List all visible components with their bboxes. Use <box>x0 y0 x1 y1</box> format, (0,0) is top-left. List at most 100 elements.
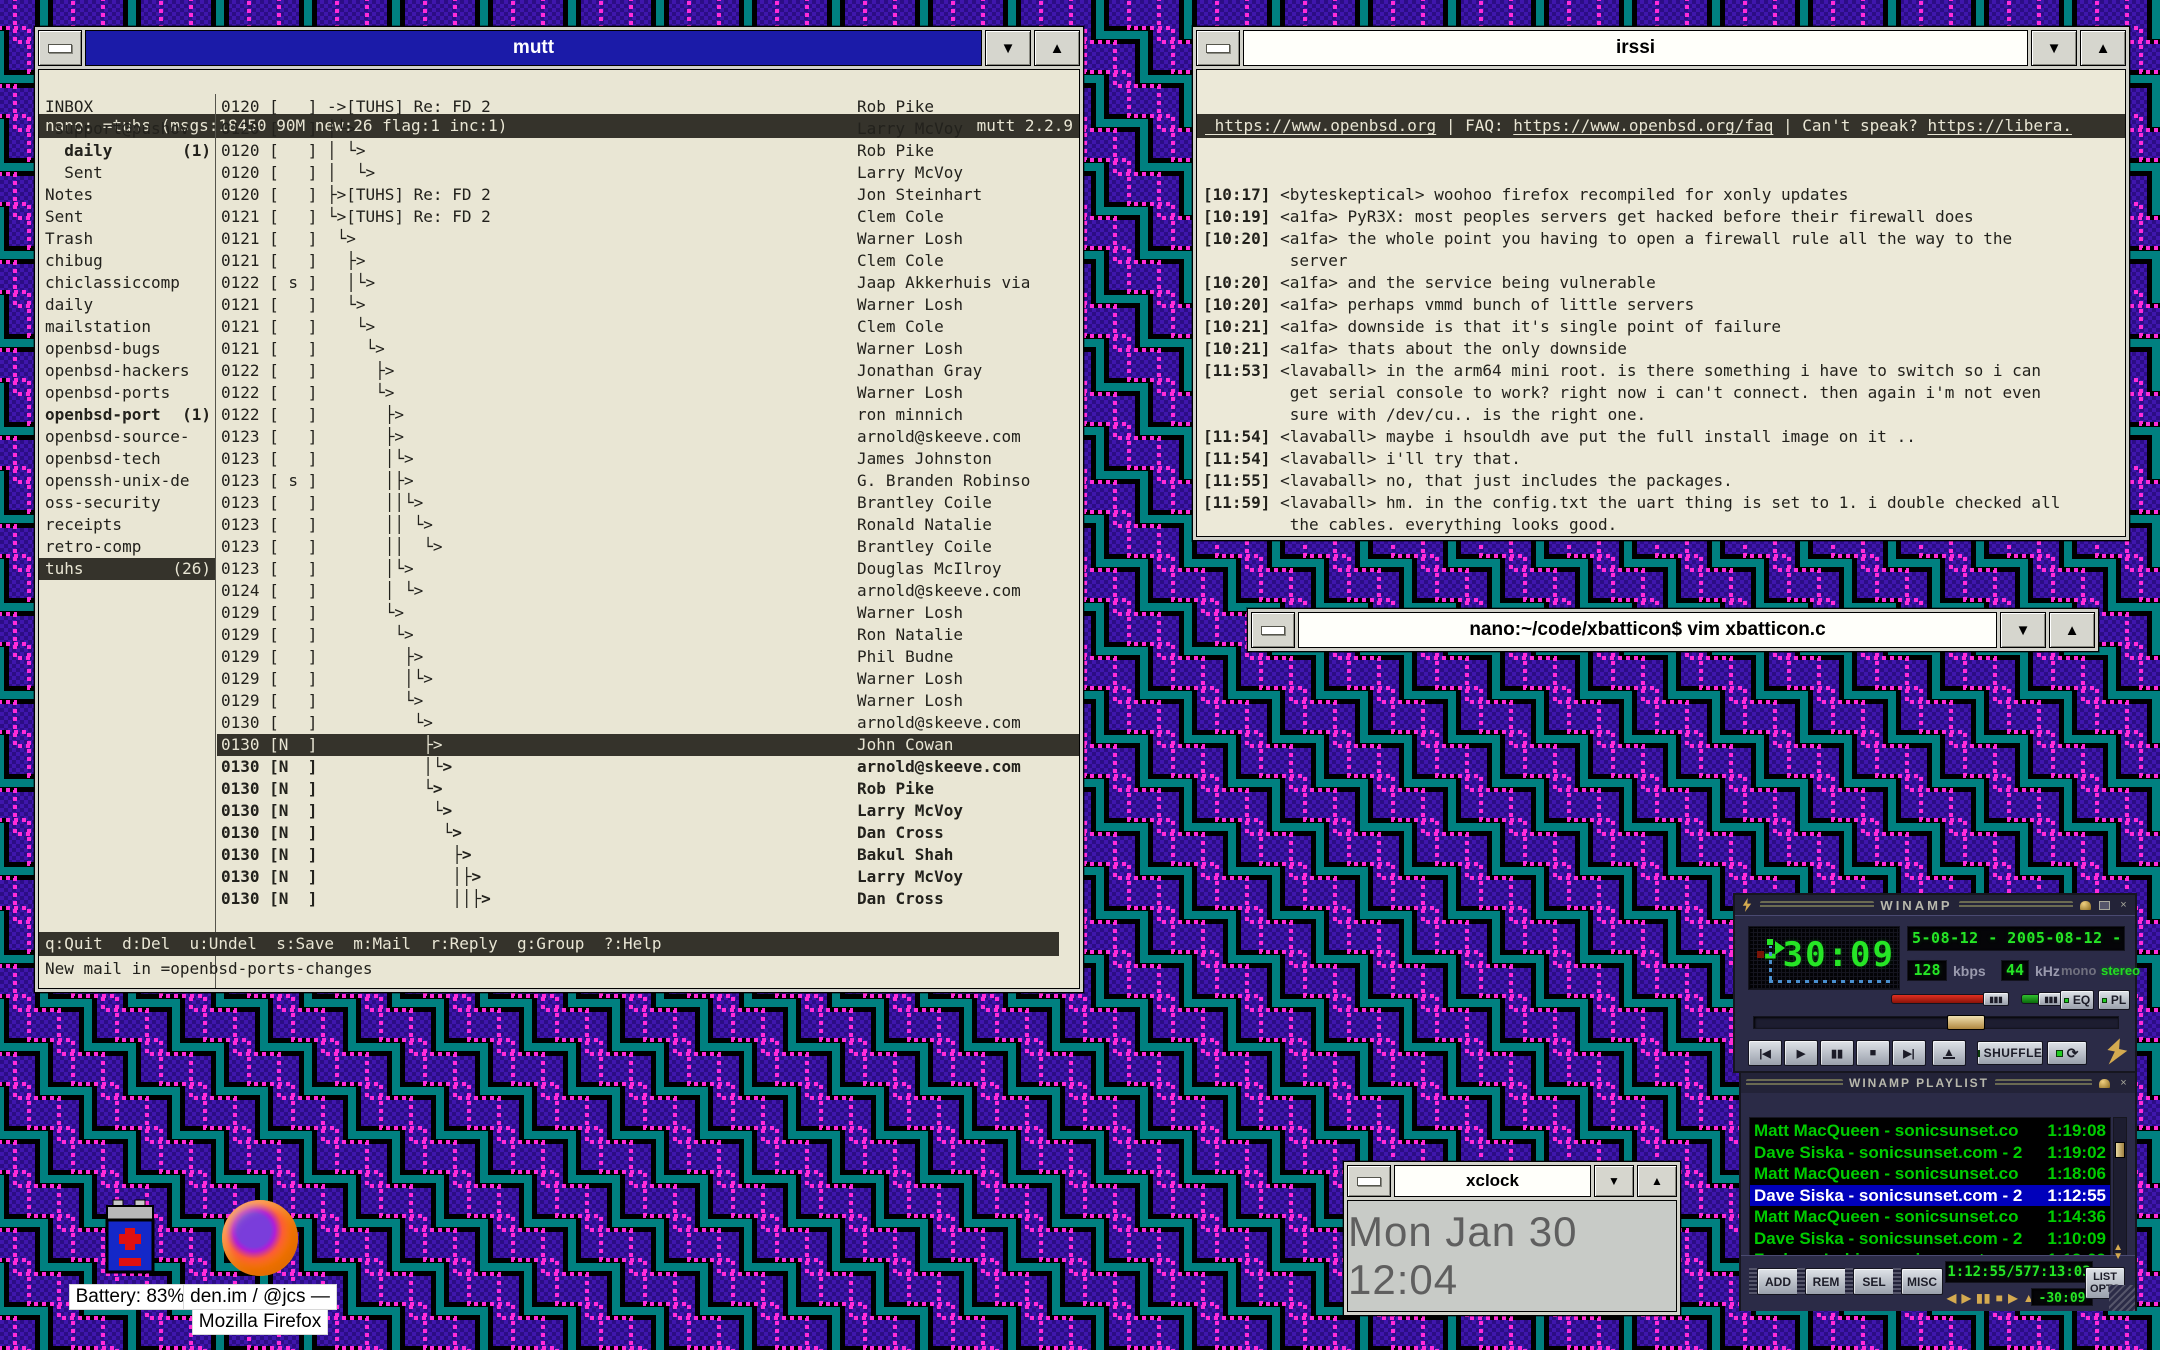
sidebar-folder-item[interactable]: openbsd-bugs <box>45 338 215 360</box>
sidebar-folder-item[interactable]: support@pushov <box>45 118 215 140</box>
sidebar-folder-item[interactable]: INBOX <box>45 96 215 118</box>
message-row[interactable]: 0130 [N ] ├>John Cowan <box>217 734 1079 756</box>
message-row[interactable]: 0130 [N ] ├>Bakul Shah <box>217 844 1079 866</box>
pause-button[interactable]: ▮▮ <box>1820 1040 1854 1066</box>
track-title-marquee[interactable]: 5-08-12 - 2005-08-12 - DAVE <1: <box>1907 926 2125 951</box>
shade-button[interactable]: ▼ <box>2000 612 2046 648</box>
window-menu-button[interactable] <box>1347 1165 1391 1197</box>
sidebar-folder-item[interactable]: openbsd-tech <box>45 448 215 470</box>
message-row[interactable]: 0129 [ ] └>Warner Losh <box>217 602 1079 624</box>
scrollbar-thumb[interactable] <box>2115 1142 2125 1158</box>
raise-button[interactable]: ▲ <box>1637 1165 1677 1197</box>
sidebar-folder-item[interactable]: Trash <box>45 228 215 250</box>
message-row[interactable]: 0130 [N ] └>Larry McVoy <box>217 800 1079 822</box>
sidebar-folder-item[interactable]: receipts <box>45 514 215 536</box>
message-row[interactable]: 0122 [ ] ├>ron minnich <box>217 404 1079 426</box>
message-row[interactable]: 0130 [N ] └>Dan Cross <box>217 822 1079 844</box>
message-row[interactable]: 0120 [ ] │ └>Larry McVoy <box>217 162 1079 184</box>
firefox-desktop-icon[interactable]: den.im / @jcs — Mozilla Firefox <box>150 1200 370 1335</box>
message-row[interactable]: 0123 [ ] ││ └>Ronald Natalie <box>217 514 1079 536</box>
message-row[interactable]: 0122 [ s ] │└>Jaap Akkerhuis via <box>217 272 1079 294</box>
message-row[interactable]: 0121 [ ] └>Warner Losh <box>217 228 1079 250</box>
previous-track-button[interactable]: |◀ <box>1748 1040 1782 1066</box>
misc-button[interactable]: MISC <box>1901 1268 1943 1295</box>
message-row[interactable]: 0121 [ ] └>Clem Cole <box>217 316 1079 338</box>
message-row[interactable]: 0121 [ ] └>Warner Losh <box>217 294 1079 316</box>
minimize-button[interactable] <box>2079 900 2092 911</box>
next-track-button[interactable]: ▶| <box>1892 1040 1926 1066</box>
sidebar-folder-item[interactable]: openbsd-source- <box>45 426 215 448</box>
raise-button[interactable]: ▲ <box>2080 30 2126 66</box>
message-row[interactable]: 0129 [ ] │└>Warner Losh <box>217 668 1079 690</box>
message-row[interactable]: 0122 [ ] ├>Jonathan Gray <box>217 360 1079 382</box>
stop-button[interactable]: ■ <box>1856 1040 1890 1066</box>
raise-button[interactable]: ▲ <box>1034 30 1080 66</box>
sidebar-folder-item[interactable]: openbsd-hackers <box>45 360 215 382</box>
eject-button[interactable]: ▲ <box>1932 1040 1966 1066</box>
sidebar-folder-item[interactable]: tuhs(26) <box>39 558 215 580</box>
topic-link[interactable]: https://www.openbsd.org/faq <box>1513 116 1773 135</box>
message-row[interactable]: 0130 [ ] └>arnold@skeeve.com <box>217 712 1079 734</box>
playlist-track-row[interactable]: Matt MacQueen - sonicsunset.co1:18:06 <box>1754 1163 2106 1185</box>
message-row[interactable]: 0123 [ ] │└>Douglas McIlroy <box>217 558 1079 580</box>
xclock-titlebar[interactable]: xclock ▼ ▲ <box>1347 1165 1677 1197</box>
topic-link[interactable]: https://www.openbsd.org <box>1205 116 1436 135</box>
play-button[interactable]: ▶ <box>1784 1040 1818 1066</box>
raise-button[interactable]: ▲ <box>2049 612 2095 648</box>
message-row[interactable]: 0121 [ ] └>Warner Losh <box>217 338 1079 360</box>
shuffle-button[interactable]: SHUFFLE <box>1977 1041 2043 1065</box>
window-menu-button[interactable] <box>1251 612 1295 648</box>
mini-transport-controls[interactable]: ◀ ▶ ▮▮ ■ ▶ ▲ <box>1947 1291 2036 1305</box>
message-row[interactable]: 0123 [ s ] │├>G. Branden Robinso <box>217 470 1079 492</box>
message-row[interactable]: 0120 [ ] │└>Larry McVoy <box>217 118 1079 140</box>
rem-button[interactable]: REM <box>1805 1268 1847 1295</box>
playlist-titlebar[interactable]: WINAMP PLAYLIST × <box>1741 1073 2135 1093</box>
seek-handle[interactable] <box>1947 1015 1985 1030</box>
window-menu-button[interactable] <box>38 30 82 66</box>
sel-button[interactable]: SEL <box>1853 1268 1895 1295</box>
message-row[interactable]: 0124 [ ] │ └>arnold@skeeve.com <box>217 580 1079 602</box>
shade-button[interactable] <box>2098 1078 2111 1089</box>
winamp-titlebar[interactable]: WINAMP × <box>1735 895 2135 915</box>
sidebar-folder-item[interactable]: Sent <box>45 162 215 184</box>
repeat-button[interactable]: ⟳ <box>2047 1041 2087 1065</box>
message-row[interactable]: 0123 [ ] ├>arnold@skeeve.com <box>217 426 1079 448</box>
message-row[interactable]: 0121 [ ] └>[TUHS] Re: FD 2Clem Cole <box>217 206 1079 228</box>
shade-button[interactable] <box>2098 900 2111 911</box>
topic-link[interactable]: https://libera. <box>1927 116 2072 135</box>
message-row[interactable]: 0129 [ ] └>Ron Natalie <box>217 624 1079 646</box>
mutt-titlebar[interactable]: mutt ▼ ▲ <box>38 30 1080 66</box>
message-row[interactable]: 0130 [N ] │└>arnold@skeeve.com <box>217 756 1079 778</box>
close-button[interactable]: × <box>2117 1078 2130 1089</box>
message-row[interactable]: 0123 [ ] │└>James Johnston <box>217 448 1079 470</box>
message-row[interactable]: 0130 [N ] │├>Larry McVoy <box>217 866 1079 888</box>
message-row[interactable]: 0129 [ ] └>Warner Losh <box>217 690 1079 712</box>
sidebar-folder-item[interactable]: Notes <box>45 184 215 206</box>
message-row[interactable]: 0120 [ ] ->[TUHS] Re: FD 2Rob Pike <box>217 96 1079 118</box>
playlist-track-row[interactable]: Matt MacQueen - sonicsunset.co1:19:08 <box>1754 1120 2106 1142</box>
message-row[interactable]: 0120 [ ] ├>[TUHS] Re: FD 2Jon Steinhart <box>217 184 1079 206</box>
volume-slider-handle[interactable]: ▮▮▮ <box>1983 992 2009 1006</box>
playlist-track-row[interactable]: Dave Siska - sonicsunset.com - 21:19:02 <box>1754 1142 2106 1164</box>
sidebar-folder-item[interactable]: chibug <box>45 250 215 272</box>
playlist-track-row[interactable]: Matt MacQueen - sonicsunset.co1:14:36 <box>1754 1206 2106 1228</box>
sidebar-folder-item[interactable]: openbsd-port(1) <box>45 404 215 426</box>
sidebar-folder-item[interactable]: openbsd-ports <box>45 382 215 404</box>
sidebar-folder-item[interactable]: daily <box>45 294 215 316</box>
shade-button[interactable]: ▼ <box>985 30 1031 66</box>
sidebar-folder-item[interactable]: retro-comp <box>45 536 215 558</box>
message-row[interactable]: 0129 [ ] ├>Phil Budne <box>217 646 1079 668</box>
playlist-track-row[interactable]: Dave Siska - sonicsunset.com - 21:12:55 <box>1750 1185 2110 1207</box>
equalizer-toggle-button[interactable]: EQ <box>2060 990 2094 1010</box>
sidebar-folder-item[interactable]: openssh-unix-de <box>45 470 215 492</box>
message-row[interactable]: 0123 [ ] ││└>Brantley Coile <box>217 492 1079 514</box>
message-row[interactable]: 0123 [ ] ││ └>Brantley Coile <box>217 536 1079 558</box>
playlist-track-row[interactable]: Dave Siska - sonicsunset.com - 21:10:09 <box>1754 1228 2106 1250</box>
irssi-titlebar[interactable]: irssi ▼ ▲ <box>1196 30 2126 66</box>
scroll-arrows[interactable]: ▲▼ <box>2113 1243 2123 1261</box>
message-row[interactable]: 0130 [N ] ││├>Dan Cross <box>217 888 1079 910</box>
window-menu-button[interactable] <box>1196 30 1240 66</box>
terminal-titlebar[interactable]: nano:~/code/xbatticon$ vim xbatticon.c ▼… <box>1251 612 2095 648</box>
playlist-toggle-button[interactable]: PL <box>2098 990 2130 1010</box>
sidebar-folder-item[interactable]: chiclassiccomp <box>45 272 215 294</box>
